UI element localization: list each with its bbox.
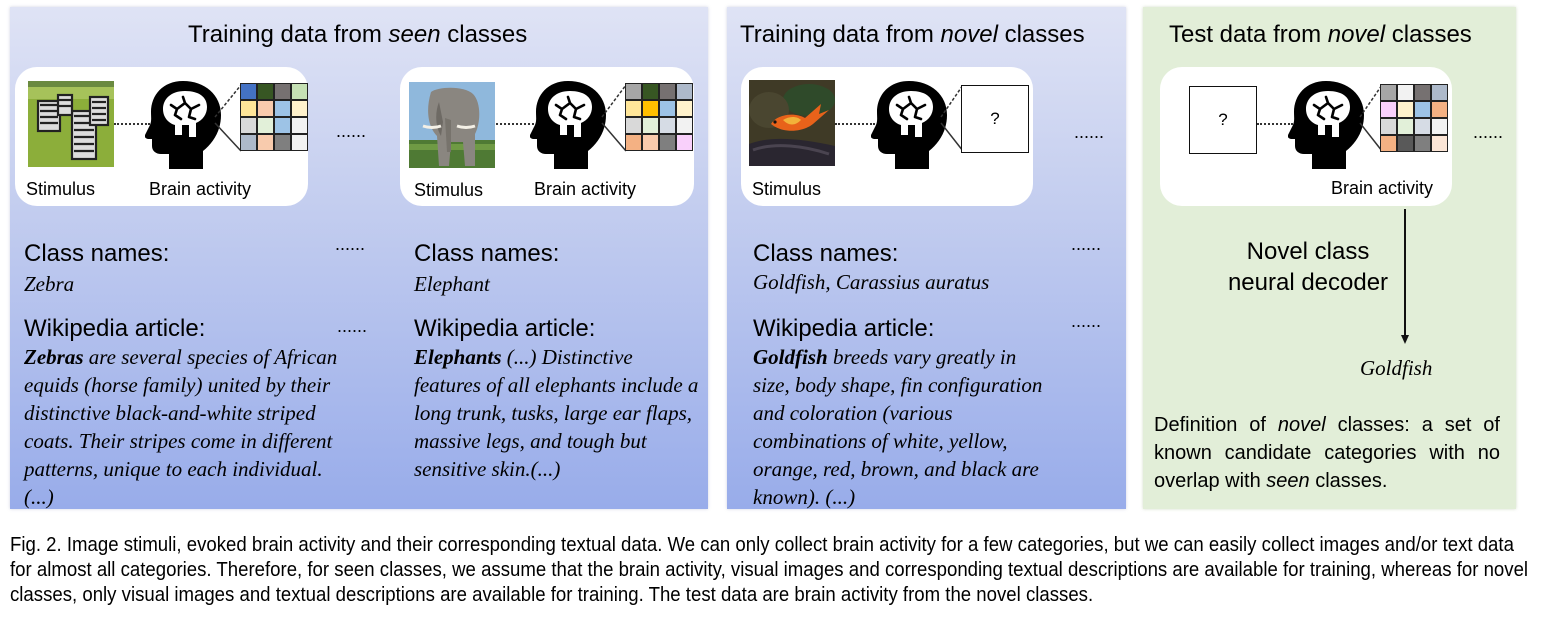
grid-cell bbox=[241, 84, 257, 100]
grid-cell bbox=[241, 117, 257, 134]
grid-cell bbox=[1381, 118, 1397, 135]
ellipsis: ...... bbox=[1071, 234, 1102, 254]
panel-seen-classes: Training data from seen classes Stimulus… bbox=[10, 7, 708, 509]
grid-cell bbox=[274, 84, 291, 100]
grid-cell bbox=[257, 134, 274, 150]
test-card: ? Brain activity bbox=[1160, 67, 1452, 206]
grid-cell bbox=[676, 84, 692, 100]
panel-title: Training data from seen classes bbox=[188, 21, 528, 48]
ellipsis: ...... bbox=[337, 316, 368, 336]
grid-cell bbox=[257, 117, 274, 134]
brain-activity-grid bbox=[1380, 84, 1448, 152]
unknown-brain-activity-box: ? bbox=[961, 85, 1029, 153]
class-name: Goldfish, Carassius auratus bbox=[753, 270, 990, 294]
grid-cell bbox=[257, 100, 274, 117]
brain-activity-label: Brain activity bbox=[1331, 178, 1434, 198]
grid-cell bbox=[626, 84, 642, 100]
arrow-head-icon bbox=[1401, 335, 1409, 344]
grid-cell bbox=[626, 100, 642, 117]
stimulus-label: Stimulus bbox=[414, 180, 484, 200]
class-names-heading: Class names: bbox=[414, 240, 560, 267]
grid-cell bbox=[274, 134, 291, 150]
panel-test-novel: Test data from novel classes ? Brain act… bbox=[1143, 7, 1516, 509]
decoder-arrow bbox=[1404, 209, 1406, 339]
panel-title: Test data from novel classes bbox=[1169, 21, 1472, 48]
grid-cell bbox=[626, 134, 642, 150]
wikipedia-heading: Wikipedia article: bbox=[753, 315, 935, 342]
ellipsis: ...... bbox=[335, 234, 366, 254]
decoder-label: Novel class neural decoder bbox=[1227, 238, 1389, 296]
brain-activity-label: Brain activity bbox=[534, 179, 637, 199]
example-card-elephant: Stimulus Brain activity bbox=[400, 67, 694, 206]
example-card-zebra: Stimulus Brain activity bbox=[15, 67, 308, 206]
grid-cell bbox=[1397, 118, 1414, 135]
brain-activity-label: Brain activity bbox=[149, 179, 252, 199]
grid-cell bbox=[659, 134, 676, 150]
ellipsis: ...... bbox=[336, 121, 367, 141]
grid-cell bbox=[291, 134, 307, 150]
grid-cell bbox=[642, 117, 659, 134]
grid-cell bbox=[676, 100, 692, 117]
stimulus-label: Stimulus bbox=[26, 179, 96, 199]
grid-cell bbox=[241, 134, 257, 150]
grid-cell bbox=[659, 100, 676, 117]
stimulus-label: Stimulus bbox=[752, 179, 822, 199]
grid-cell bbox=[274, 100, 291, 117]
grid-cell bbox=[1414, 135, 1431, 151]
grid-cell bbox=[1431, 101, 1447, 118]
grid-cell bbox=[1397, 101, 1414, 118]
class-names-heading: Class names: bbox=[753, 240, 899, 267]
wikipedia-article-text: Goldfish breeds vary greatly in size, bo… bbox=[753, 345, 1043, 509]
example-card-goldfish: ? Stimulus bbox=[741, 67, 1033, 206]
ellipsis: ...... bbox=[1071, 311, 1102, 331]
grid-cell bbox=[291, 100, 307, 117]
brain-activity-grid bbox=[240, 83, 308, 151]
grid-cell bbox=[1381, 85, 1397, 101]
wikipedia-article-text: Elephants (...) Distinctive features of … bbox=[414, 345, 699, 481]
grid-cell bbox=[274, 117, 291, 134]
grid-cell bbox=[1431, 135, 1447, 151]
grid-cell bbox=[1397, 85, 1414, 101]
grid-cell bbox=[1381, 135, 1397, 151]
ellipsis: ...... bbox=[1074, 122, 1105, 142]
wikipedia-article-text: Zebras are several species of African eq… bbox=[24, 345, 338, 509]
grid-cell bbox=[1431, 118, 1447, 135]
class-name: Zebra bbox=[24, 272, 75, 296]
panel-title: Training data from novel classes bbox=[740, 21, 1085, 48]
grid-cell bbox=[642, 134, 659, 150]
grid-cell bbox=[642, 84, 659, 100]
grid-cell bbox=[257, 84, 274, 100]
grid-cell bbox=[659, 117, 676, 134]
wikipedia-heading: Wikipedia article: bbox=[24, 315, 206, 342]
grid-cell bbox=[626, 117, 642, 134]
grid-cell bbox=[1431, 85, 1447, 101]
grid-cell bbox=[1414, 118, 1431, 135]
brain-activity-grid bbox=[625, 83, 693, 151]
grid-cell bbox=[676, 117, 692, 134]
class-names-heading: Class names: bbox=[24, 240, 170, 267]
predicted-class: Goldfish bbox=[1360, 356, 1433, 380]
ellipsis: ...... bbox=[1473, 122, 1504, 142]
grid-cell bbox=[642, 100, 659, 117]
grid-cell bbox=[241, 100, 257, 117]
grid-cell bbox=[1414, 101, 1431, 118]
figure-caption: Fig. 2. Image stimuli, evoked brain acti… bbox=[10, 534, 1529, 606]
wikipedia-heading: Wikipedia article: bbox=[414, 315, 596, 342]
class-name: Elephant bbox=[414, 272, 490, 296]
grid-cell bbox=[1397, 135, 1414, 151]
novel-class-definition: Definition of novel classes: a set of kn… bbox=[1154, 414, 1500, 492]
panel-novel-training: Training data from novel classes ? Stimu… bbox=[727, 7, 1126, 509]
grid-cell bbox=[676, 134, 692, 150]
grid-cell bbox=[291, 117, 307, 134]
grid-cell bbox=[291, 84, 307, 100]
grid-cell bbox=[1381, 101, 1397, 118]
grid-cell bbox=[659, 84, 676, 100]
grid-cell bbox=[1414, 85, 1431, 101]
